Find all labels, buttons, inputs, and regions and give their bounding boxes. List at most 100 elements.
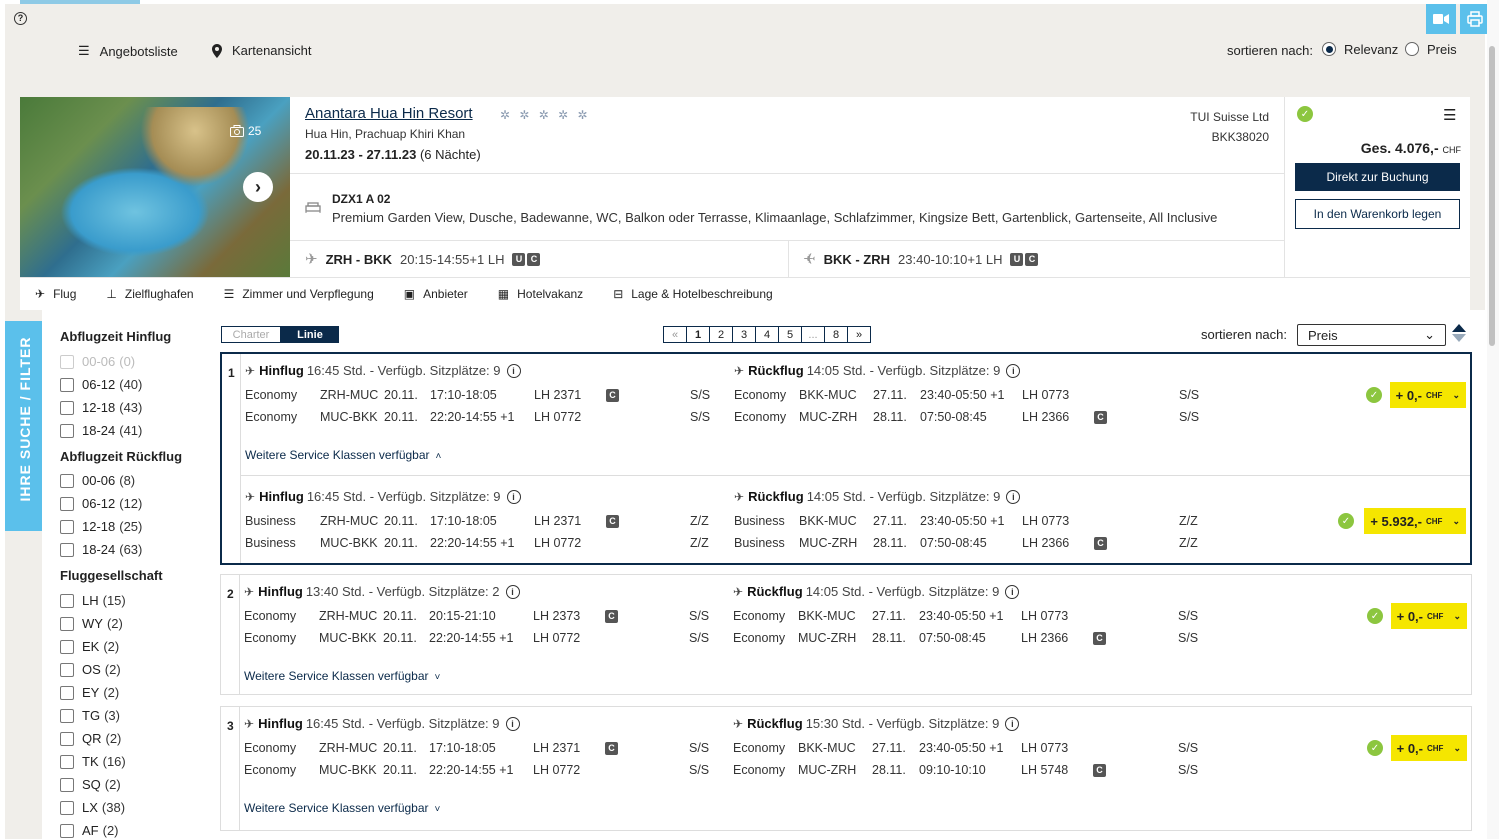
page-button[interactable]: 8 <box>824 326 848 343</box>
filter-checkbox[interactable] <box>60 662 74 677</box>
filter-option[interactable]: OS (2) <box>60 662 121 677</box>
filter-checkbox[interactable] <box>60 731 74 746</box>
tab-anbieter[interactable]: ▣ Anbieter <box>389 287 483 301</box>
filter-checkbox[interactable] <box>60 496 74 511</box>
filter-checkbox[interactable] <box>60 639 74 654</box>
filter-option[interactable]: LX (38) <box>60 800 125 815</box>
hotel-code: BKK38020 <box>1211 130 1269 144</box>
flight-segment-cell: Economy <box>733 763 786 777</box>
filter-checkbox[interactable] <box>60 473 74 488</box>
linie-toggle[interactable]: Linie <box>281 326 339 343</box>
filter-checkbox[interactable] <box>60 754 74 769</box>
filter-option[interactable]: EK (2) <box>60 639 119 654</box>
info-icon[interactable]: i <box>506 489 521 504</box>
filter-option[interactable]: 12-18 (43) <box>60 400 142 415</box>
results-sort-select[interactable]: Preis ⌄ <box>1297 324 1446 346</box>
more-service-classes-link[interactable]: Weitere Service Klassen verfügbar ˅ <box>244 669 440 683</box>
filter-option[interactable]: TK (16) <box>60 754 126 769</box>
tab-flug[interactable]: ✈ Flug <box>20 287 91 301</box>
filter-checkbox[interactable] <box>60 823 74 838</box>
filter-checkbox[interactable] <box>60 616 74 631</box>
print-button[interactable] <box>1460 4 1490 34</box>
hotel-name-link[interactable]: Anantara Hua Hin Resort <box>305 105 473 122</box>
filter-checkbox[interactable] <box>60 377 74 392</box>
filter-option[interactable]: 18-24 (41) <box>60 423 142 438</box>
more-service-classes-link[interactable]: Weitere Service Klassen verfügbar ˅ <box>244 801 440 815</box>
page-button[interactable]: 5 <box>778 326 802 343</box>
filter-checkbox[interactable] <box>60 593 74 608</box>
filter-checkbox[interactable] <box>60 354 74 369</box>
flight-segment-cell: 20.11. <box>383 609 417 623</box>
more-service-classes-link[interactable]: Weitere Service Klassen verfügbar ˄ <box>245 448 441 462</box>
price-option-button[interactable]: + 0,- CHF ⌄ <box>1390 735 1467 761</box>
info-icon[interactable]: i <box>1005 716 1020 731</box>
flight-offer[interactable]: 1 ✈ Hinflug 16:45 Std. - Verfügb. Sitzplätz… <box>220 352 1472 565</box>
page-button[interactable]: 1 <box>686 326 710 343</box>
filter-option-label: 12-18 <box>82 519 116 534</box>
sort-price-radio[interactable] <box>1405 42 1419 56</box>
page-button[interactable]: » <box>847 326 871 343</box>
filter-checkbox[interactable] <box>60 400 74 415</box>
tab-lage[interactable]: ⊟ Lage & Hotelbeschreibung <box>598 287 788 301</box>
video-button[interactable] <box>1426 4 1456 34</box>
info-icon[interactable]: i <box>506 363 521 378</box>
view-map-button[interactable]: Kartenansicht <box>212 43 312 58</box>
filter-option[interactable]: 00-06 (8) <box>60 473 135 488</box>
tab-zielflughafen[interactable]: ⊥ Zielflughafen <box>91 287 208 301</box>
info-icon[interactable]: i <box>505 716 520 731</box>
filter-option[interactable]: SQ (2) <box>60 777 121 792</box>
filter-option[interactable]: EY (2) <box>60 685 119 700</box>
page-button[interactable]: ... <box>801 326 825 343</box>
flight-segment-cell: Business <box>245 536 296 550</box>
page-button[interactable]: 2 <box>709 326 733 343</box>
flight-offer[interactable]: 3 ✈ Hinflug 16:45 Std. - Verfügb. Sitzplätz… <box>220 706 1472 831</box>
view-list-button[interactable]: ☰ Angebotsliste <box>78 43 178 59</box>
page-button[interactable]: « <box>663 326 687 343</box>
flight-segment-cell: LH 0772 <box>533 631 581 645</box>
info-icon[interactable]: i <box>505 584 520 599</box>
flight-segment-cell: 20.11. <box>383 741 417 755</box>
filter-checkbox[interactable] <box>60 777 74 792</box>
filter-checkbox[interactable] <box>60 708 74 723</box>
search-filter-toggle[interactable]: IHRE SUCHE / FILTER <box>5 321 42 531</box>
filter-option[interactable]: 06-12 (12) <box>60 496 142 511</box>
filter-checkbox[interactable] <box>60 423 74 438</box>
info-icon[interactable]: i <box>1006 489 1021 504</box>
photo-next-arrow-icon[interactable]: › <box>243 172 273 202</box>
filter-option[interactable]: 12-18 (25) <box>60 519 142 534</box>
filter-checkbox[interactable] <box>60 519 74 534</box>
filter-option[interactable]: AF (2) <box>60 823 119 838</box>
filter-option-label: TG <box>82 708 101 723</box>
tab-hotelvakanz[interactable]: ▦ Hotelvakanz <box>483 287 598 301</box>
info-icon[interactable]: i <box>1006 363 1021 378</box>
filter-checkbox[interactable] <box>60 542 74 557</box>
info-icon[interactable]: i <box>1005 584 1020 599</box>
sort-direction-toggle[interactable] <box>1452 324 1468 346</box>
badge-u: U <box>1010 252 1024 266</box>
page-button[interactable]: 3 <box>732 326 756 343</box>
filter-option[interactable]: 00-06 (0) <box>60 354 135 369</box>
add-to-cart-button[interactable]: In den Warenkorb legen <box>1295 199 1460 229</box>
filter-option[interactable]: WY (2) <box>60 616 123 631</box>
suitcase-icon: ▣ <box>403 287 416 301</box>
filter-checkbox[interactable] <box>60 800 74 815</box>
price-option-button[interactable]: + 0,- CHF ⌄ <box>1389 382 1466 408</box>
scrollbar-thumb[interactable] <box>1489 46 1495 346</box>
filter-option[interactable]: 06-12 (40) <box>60 377 142 392</box>
help-icon[interactable]: ? <box>14 12 27 25</box>
menu-icon[interactable]: ☰ <box>1443 106 1456 124</box>
flight-segment-cell: MUC-ZRH <box>799 536 858 550</box>
price-option-button[interactable]: + 5.932,- CHF ⌄ <box>1364 508 1466 534</box>
price-option-button[interactable]: + 0,- CHF ⌄ <box>1390 603 1467 629</box>
filter-checkbox[interactable] <box>60 685 74 700</box>
book-now-button[interactable]: Direkt zur Buchung <box>1295 163 1460 191</box>
page-button[interactable]: 4 <box>755 326 779 343</box>
sort-relevance-radio[interactable] <box>1322 42 1336 56</box>
tab-zimmer[interactable]: ☰ Zimmer und Verpflegung <box>209 287 389 301</box>
filter-option[interactable]: TG (3) <box>60 708 120 723</box>
filter-option[interactable]: 18-24 (63) <box>60 542 142 557</box>
flight-offer[interactable]: 2 ✈ Hinflug 13:40 Std. - Verfügb. Sitzplätz… <box>220 574 1472 695</box>
filter-option[interactable]: QR (2) <box>60 731 121 746</box>
charter-toggle[interactable]: Charter <box>221 326 281 343</box>
filter-option[interactable]: LH (15) <box>60 593 126 608</box>
